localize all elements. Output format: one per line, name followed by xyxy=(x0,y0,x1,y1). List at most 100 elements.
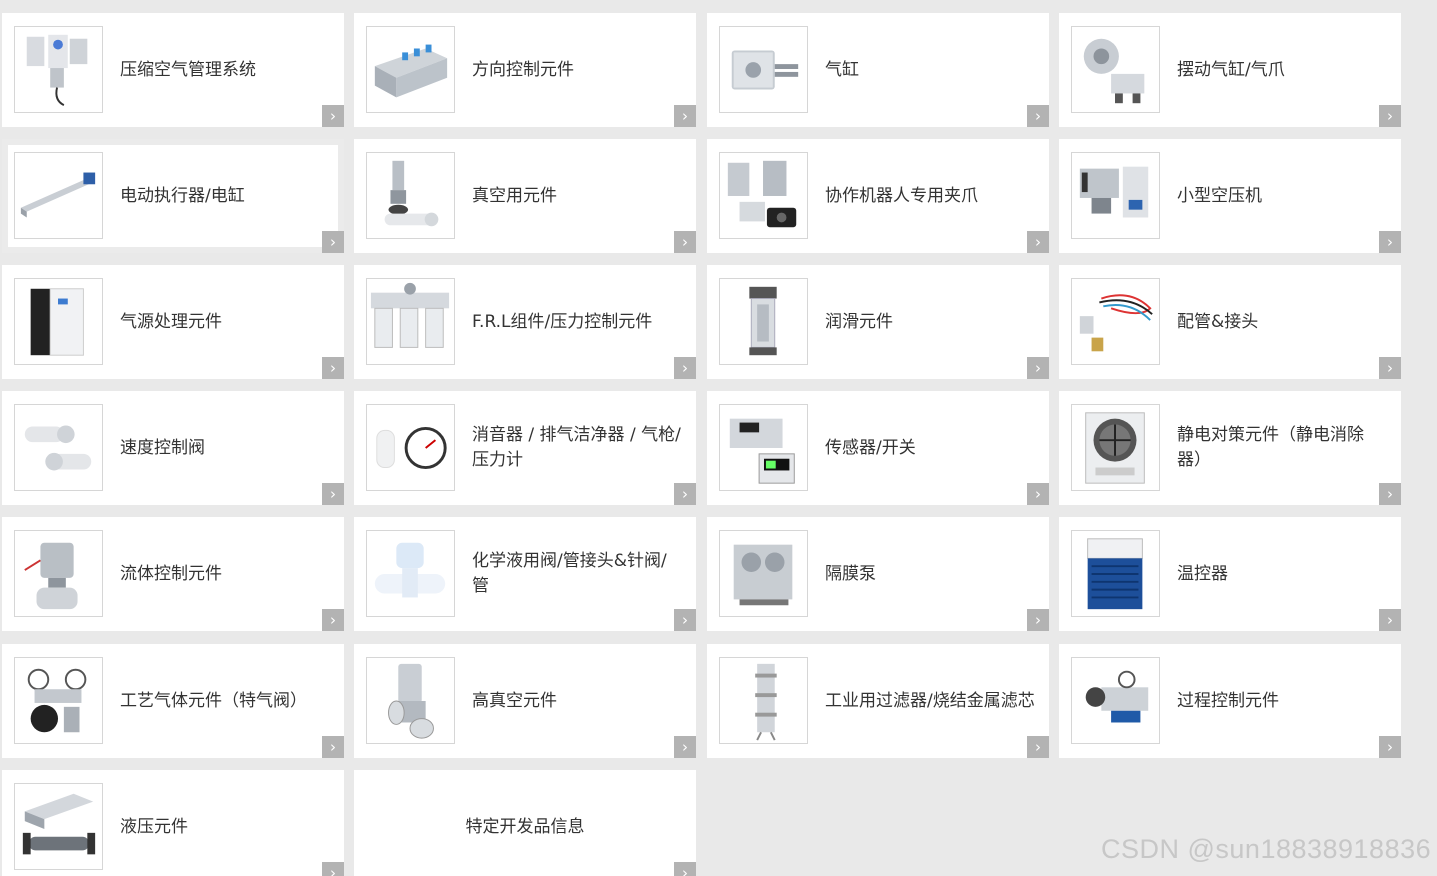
chevron-right-icon[interactable]: › xyxy=(1027,736,1049,758)
category-label: 配管&接头 xyxy=(1177,311,1259,332)
chevron-right-icon[interactable]: › xyxy=(1027,105,1049,127)
category-label: 静电对策元件（静电消除器） xyxy=(1177,425,1364,470)
compressor-icon xyxy=(1071,152,1160,239)
category-card-chemical-valve[interactable]: 化学液用阀/管接头&针阀/管 › xyxy=(354,517,696,631)
chiller-icon xyxy=(1071,530,1160,617)
category-label: 液压元件 xyxy=(120,816,188,837)
category-card-ionizer[interactable]: 静电对策元件（静电消除器） › xyxy=(1059,391,1401,505)
category-card-process-gas[interactable]: 工艺气体元件（特气阀） › xyxy=(2,644,344,758)
category-label: 传感器/开关 xyxy=(825,437,916,458)
category-label: 消音器 / 排气洁净器 / 气枪/压力计 xyxy=(472,425,681,470)
category-label: 特定开发品信息 xyxy=(465,816,585,837)
chevron-right-icon[interactable]: › xyxy=(1027,483,1049,505)
chevron-right-icon[interactable]: › xyxy=(674,862,696,876)
chevron-right-icon[interactable]: › xyxy=(1379,231,1401,253)
chevron-right-icon[interactable]: › xyxy=(674,105,696,127)
ionizer-icon xyxy=(1071,404,1160,491)
watermark: CSDN @sun18838918836 xyxy=(1101,834,1432,864)
category-label: 工业用过滤器/烧结金属滤芯 xyxy=(825,690,1035,711)
category-card-air-treatment[interactable]: 气源处理元件 › xyxy=(2,265,344,379)
tubing-fitting-icon xyxy=(1071,278,1160,365)
category-card-compressor[interactable]: 小型空压机 › xyxy=(1059,139,1401,253)
valve-manifold-icon xyxy=(366,26,455,113)
category-label: 摆动气缸/气爪 xyxy=(1177,59,1285,80)
chevron-right-icon[interactable]: › xyxy=(322,231,344,253)
category-label: 流体控制元件 xyxy=(120,563,222,584)
chevron-right-icon[interactable]: › xyxy=(674,483,696,505)
frl-unit-icon xyxy=(366,278,455,365)
category-card-industrial-filter[interactable]: 工业用过滤器/烧结金属滤芯 › xyxy=(707,644,1049,758)
category-label: 速度控制阀 xyxy=(120,437,205,458)
chevron-right-icon[interactable]: › xyxy=(674,736,696,758)
category-card-speed-controller[interactable]: 速度控制阀 › xyxy=(2,391,344,505)
category-card-sensor[interactable]: 传感器/开关 › xyxy=(707,391,1049,505)
sensor-switch-icon xyxy=(719,404,808,491)
robot-gripper-icon xyxy=(719,152,808,239)
category-label: 工艺气体元件（特气阀） xyxy=(120,690,307,711)
air-management-icon xyxy=(14,26,103,113)
chevron-right-icon[interactable]: › xyxy=(674,231,696,253)
category-card-lubricator[interactable]: 润滑元件 › xyxy=(707,265,1049,379)
chevron-right-icon[interactable]: › xyxy=(1379,105,1401,127)
chevron-right-icon[interactable]: › xyxy=(1379,357,1401,379)
lubricator-icon xyxy=(719,278,808,365)
chevron-right-icon[interactable]: › xyxy=(674,609,696,631)
category-card-direction-control[interactable]: 方向控制元件 › xyxy=(354,13,696,127)
chevron-right-icon[interactable]: › xyxy=(1379,736,1401,758)
speed-controller-icon xyxy=(14,404,103,491)
chevron-right-icon[interactable]: › xyxy=(322,105,344,127)
category-card-hydraulic[interactable]: 液压元件 › xyxy=(2,770,344,876)
category-card-high-vacuum[interactable]: 高真空元件 › xyxy=(354,644,696,758)
process-control-icon xyxy=(1071,657,1160,744)
hydraulic-icon xyxy=(14,783,103,870)
rotary-gripper-icon xyxy=(1071,26,1160,113)
category-card-vacuum[interactable]: 真空用元件 › xyxy=(354,139,696,253)
category-card-process-control[interactable]: 过程控制元件 › xyxy=(1059,644,1401,758)
category-card-cylinder[interactable]: 气缸 › xyxy=(707,13,1049,127)
electric-actuator-icon xyxy=(14,152,103,239)
category-label: 真空用元件 xyxy=(472,185,557,206)
chevron-right-icon[interactable]: › xyxy=(1379,483,1401,505)
chevron-right-icon[interactable]: › xyxy=(1027,609,1049,631)
category-label: 隔膜泵 xyxy=(825,563,876,584)
chevron-right-icon[interactable]: › xyxy=(1027,231,1049,253)
vacuum-icon xyxy=(366,152,455,239)
category-card-frl[interactable]: F.R.L组件/压力控制元件 › xyxy=(354,265,696,379)
category-card-diaphragm-pump[interactable]: 隔膜泵 › xyxy=(707,517,1049,631)
chemical-valve-icon xyxy=(366,530,455,617)
chevron-right-icon[interactable]: › xyxy=(1027,357,1049,379)
chevron-right-icon[interactable]: › xyxy=(674,357,696,379)
chevron-right-icon[interactable]: › xyxy=(322,483,344,505)
category-label: 化学液用阀/管接头&针阀/管 xyxy=(472,551,667,596)
category-label: 过程控制元件 xyxy=(1177,690,1279,711)
category-label: 协作机器人专用夹爪 xyxy=(825,185,978,206)
fluid-valve-icon xyxy=(14,530,103,617)
diaphragm-pump-icon xyxy=(719,530,808,617)
category-label: 润滑元件 xyxy=(825,311,893,332)
chevron-right-icon[interactable]: › xyxy=(322,357,344,379)
chevron-right-icon[interactable]: › xyxy=(1379,609,1401,631)
category-card-rotary-gripper[interactable]: 摆动气缸/气爪 › xyxy=(1059,13,1401,127)
category-label: 电动执行器/电缸 xyxy=(120,185,245,206)
category-label: 压缩空气管理系统 xyxy=(120,59,256,80)
category-card-silencer[interactable]: 消音器 / 排气洁净器 / 气枪/压力计 › xyxy=(354,391,696,505)
process-gas-icon xyxy=(14,657,103,744)
chevron-right-icon[interactable]: › xyxy=(322,609,344,631)
category-card-chiller[interactable]: 温控器 › xyxy=(1059,517,1401,631)
air-treatment-icon xyxy=(14,278,103,365)
industrial-filter-icon xyxy=(719,657,808,744)
category-label: 方向控制元件 xyxy=(472,59,574,80)
category-card-air-management[interactable]: 压缩空气管理系统 › xyxy=(2,13,344,127)
chevron-right-icon[interactable]: › xyxy=(322,736,344,758)
category-card-tubing-fitting[interactable]: 配管&接头 › xyxy=(1059,265,1401,379)
category-label: 温控器 xyxy=(1177,563,1228,584)
chevron-right-icon[interactable]: › xyxy=(322,862,344,876)
category-card-special-development[interactable]: 特定开发品信息 › xyxy=(354,770,696,876)
category-card-electric-actuator[interactable]: 电动执行器/电缸 › xyxy=(2,139,344,253)
category-card-fluid-control[interactable]: 流体控制元件 › xyxy=(2,517,344,631)
category-card-robot-gripper[interactable]: 协作机器人专用夹爪 › xyxy=(707,139,1049,253)
high-vacuum-icon xyxy=(366,657,455,744)
category-label: 小型空压机 xyxy=(1177,185,1262,206)
category-label: 气缸 xyxy=(825,59,859,80)
cylinder-icon xyxy=(719,26,808,113)
